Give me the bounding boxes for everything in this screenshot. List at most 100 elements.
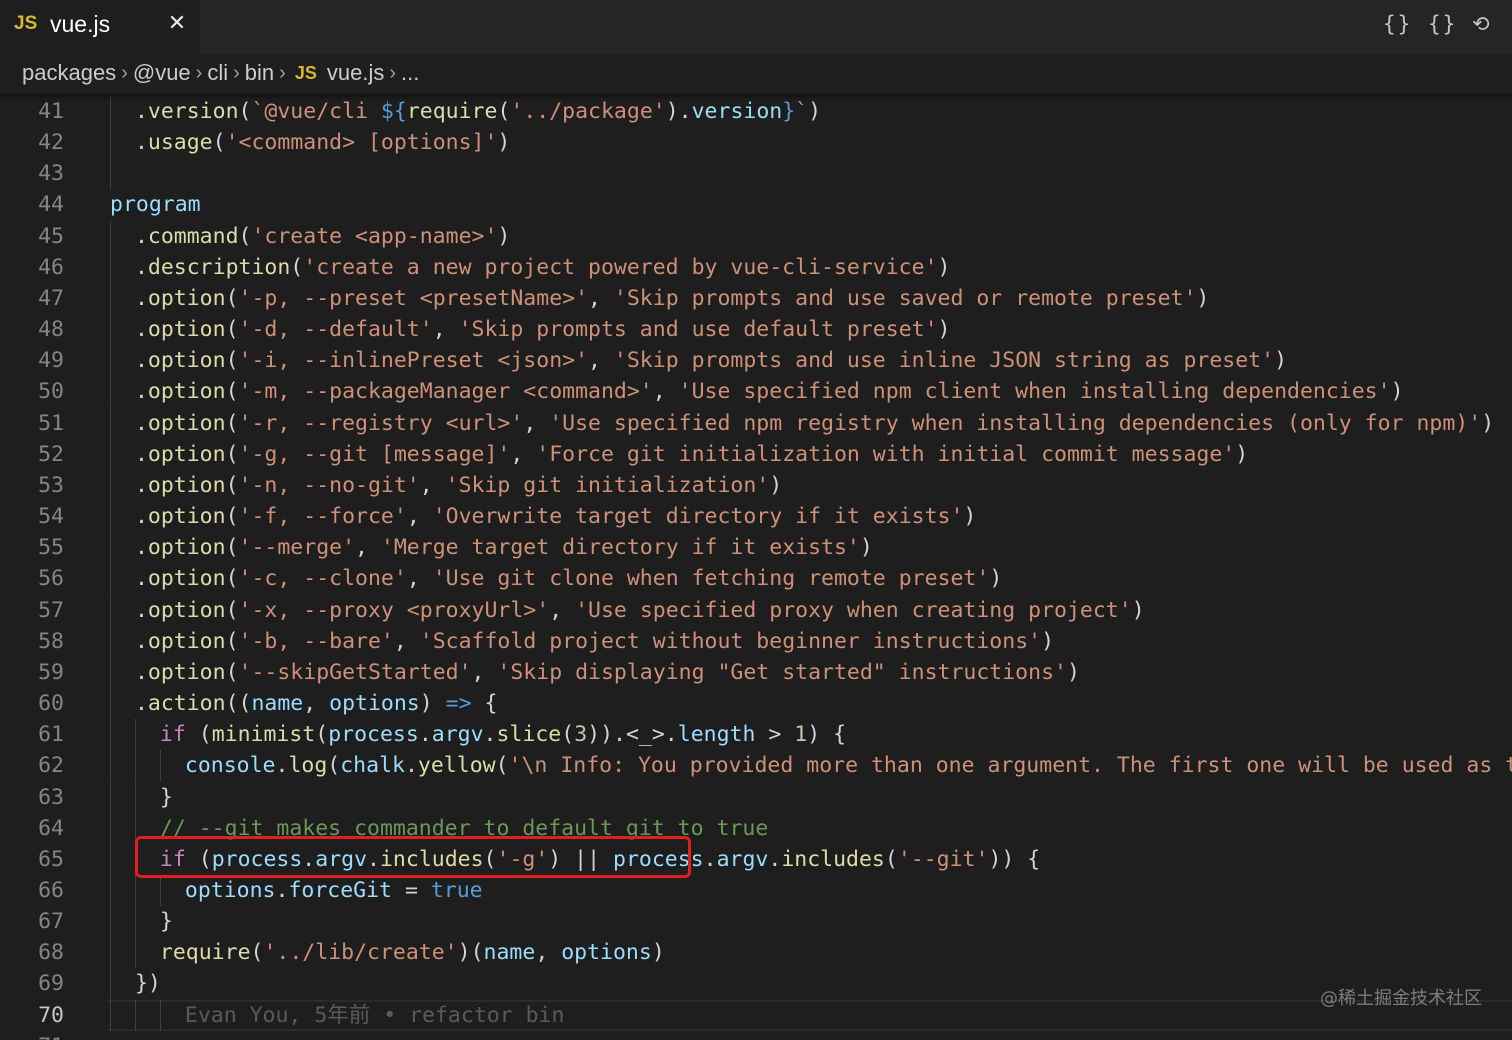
indent-guide (110, 813, 111, 844)
code-token: true (430, 878, 483, 903)
breadcrumb-symbols[interactable]: ... (401, 60, 419, 86)
code-line[interactable]: 59 .option('--skipGetStarted', 'Skip disp… (0, 657, 1512, 688)
breadcrumb-vue[interactable]: @vue (133, 60, 191, 86)
code-token: 3 (574, 722, 588, 747)
breadcrumb-bin[interactable]: bin (245, 60, 274, 86)
code-line[interactable]: 69}) (0, 968, 1512, 999)
code-line[interactable]: 71 (0, 1031, 1512, 1040)
indent-guide (134, 937, 136, 968)
code-token: '-f, --force' (238, 504, 407, 529)
code-token: ( (327, 753, 341, 778)
code-line[interactable]: 51 .option('-r, --registry <url>', 'Use s… (0, 408, 1512, 439)
close-icon[interactable]: ✕ (164, 10, 190, 38)
line-number: 43 (38, 161, 64, 186)
code-token: '-d, --default' (238, 317, 433, 342)
code-token: option (147, 442, 226, 467)
code-line[interactable]: 70 Evan You, 5年前 • refactor bin (0, 1000, 1512, 1031)
indent-guide (134, 750, 136, 781)
code-token: }) (134, 971, 161, 996)
code-token: argv (716, 847, 769, 872)
code-line[interactable]: 63} (0, 782, 1512, 813)
code-line[interactable]: 67} (0, 906, 1512, 937)
code-token: option (147, 473, 226, 498)
code-line[interactable]: 61 if (minimist(process.argv.slice(3)).<_… (0, 719, 1512, 750)
breadcrumb-file[interactable]: vue.js (327, 60, 384, 86)
code-line[interactable]: 68 require('../lib/create')(name, options… (0, 937, 1512, 968)
code-line[interactable]: 46 .description('create a new project pow… (0, 252, 1512, 283)
open-changes-icon[interactable]: ⟲ (1472, 10, 1492, 38)
code-token: Evan You, 5年前 • refactor bin (184, 1003, 565, 1028)
line-number: 70 (38, 1003, 64, 1028)
line-number: 50 (38, 379, 64, 404)
code-token: ) (1066, 660, 1080, 685)
code-token: '-g, --git [message]' (238, 442, 511, 467)
code-line[interactable]: 52 .option('-g, --git [message]', 'Force … (0, 439, 1512, 470)
code-token: ( (185, 722, 212, 747)
indent-guide (134, 875, 136, 906)
indent-guide (159, 1000, 161, 1031)
code-token: )).<_>. (587, 722, 678, 747)
code-token: 'Use git clone when fetching remote pres… (432, 566, 990, 591)
code-token: ) (963, 504, 977, 529)
code-line[interactable]: 43 (0, 158, 1512, 189)
code-token: options (561, 940, 652, 965)
code-line[interactable]: 66 options.forceGit = true (0, 875, 1512, 906)
code-token: . (134, 130, 148, 155)
code-line[interactable]: 53 .option('-n, --no-git', 'Skip git init… (0, 470, 1512, 501)
code-line[interactable]: 45 .command('create <app-name>') (0, 221, 1512, 252)
code-line[interactable]: 41 .version(`@vue/cli ${require('../packa… (0, 96, 1512, 127)
indent-guide (110, 283, 111, 314)
code-token: 'Skip displaying "Get started" instructi… (497, 660, 1067, 685)
code-token: . (275, 753, 289, 778)
breadcrumb-packages[interactable]: packages (22, 60, 116, 86)
code-token: , (355, 535, 381, 560)
code-line[interactable]: 42 .usage('<command> [options]') (0, 127, 1512, 158)
code-token: includes (781, 847, 885, 872)
code-token: require (159, 940, 251, 965)
code-token: usage (147, 130, 213, 155)
line-number: 57 (38, 598, 64, 623)
code-token: option (147, 317, 226, 342)
code-line[interactable]: 55 .option('--merge', 'Merge target direc… (0, 532, 1512, 563)
breadcrumb-cli[interactable]: cli (207, 60, 228, 86)
code-token: ${ (380, 99, 407, 124)
code-text: } (160, 782, 173, 813)
line-number: 46 (38, 255, 64, 280)
code-token: 'Skip git initialization' (445, 473, 770, 498)
code-line[interactable]: 44 program (0, 189, 1512, 220)
tab-vue-js[interactable]: JS vue.js ✕ (0, 0, 200, 54)
code-line[interactable]: 48 .option('-d, --default', 'Skip prompts… (0, 314, 1512, 345)
code-line[interactable]: 54 .option('-f, --force', 'Overwrite targ… (0, 501, 1512, 532)
line-number: 51 (38, 411, 64, 436)
code-token: option (147, 566, 226, 591)
code-token: '-b, --bare' (238, 629, 394, 654)
code-token: )) { (988, 847, 1041, 872)
braces-icon[interactable]: {} (1383, 10, 1412, 38)
code-line[interactable]: 47 .option('-p, --preset <presetName>', '… (0, 283, 1512, 314)
code-token: '-r, --registry <url>' (238, 411, 524, 436)
code-line[interactable]: 60 .action((name, options) => { (0, 688, 1512, 719)
code-line[interactable]: 58 .option('-b, --bare', 'Scaffold projec… (0, 626, 1512, 657)
line-number: 69 (38, 971, 64, 996)
code-token: option (147, 535, 226, 560)
indent-guide (110, 252, 111, 283)
braces-alt-icon[interactable]: {} (1428, 10, 1457, 38)
code-token: ). (665, 99, 692, 124)
code-token: ( (497, 99, 511, 124)
code-token: } (159, 785, 173, 810)
code-line[interactable]: 56 .option('-c, --clone', 'Use git clone … (0, 563, 1512, 594)
code-text: .option('-i, --inlinePreset <json>', 'Sk… (135, 345, 1287, 376)
indent-guide (110, 408, 111, 439)
code-line[interactable]: 50 .option('-m, --packageManager <command… (0, 376, 1512, 407)
code-editor[interactable]: 41 .version(`@vue/cli ${require('../packa… (0, 96, 1512, 1040)
code-token: option (147, 379, 226, 404)
code-token: ) (651, 940, 665, 965)
code-line[interactable]: 49 .option('-i, --inlinePreset <json>', '… (0, 345, 1512, 376)
code-token: '-c, --clone' (238, 566, 407, 591)
code-token: slice (496, 722, 562, 747)
code-token: '../package' (510, 99, 666, 124)
code-token: = (392, 878, 431, 903)
code-line[interactable]: 62 console.log(chalk.yellow('\n Info: You… (0, 750, 1512, 781)
code-token: ( (290, 255, 304, 280)
code-line[interactable]: 57 .option('-x, --proxy <proxyUrl>', 'Use… (0, 595, 1512, 626)
